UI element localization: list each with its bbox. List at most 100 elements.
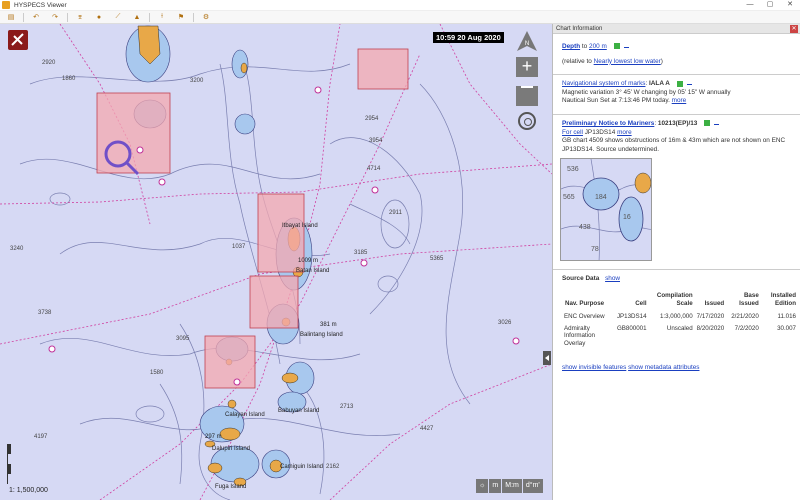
datum-link[interactable]: Nearly lowest low water (594, 58, 661, 65)
svg-text:78: 78 (591, 246, 599, 253)
notice-text: GB chart 4509 shows obstructions of 16m … (562, 137, 786, 153)
svg-text:3095: 3095 (176, 336, 190, 342)
source-data-section: Source Data show Nav. Purpose Cell Compi… (562, 275, 796, 372)
maximize-button[interactable]: ▢ (760, 0, 780, 10)
table-cell: GB800001 (616, 324, 647, 332)
depth-link[interactable]: Depth (562, 43, 580, 50)
edit-icon[interactable] (686, 84, 692, 86)
col-nav-purpose: Nav. Purpose (565, 299, 605, 307)
source-show-link[interactable]: show (605, 275, 620, 282)
chart-map[interactable]: 2920 1860 3200 2954 3240 3738 4197 3185 … (0, 24, 552, 500)
notice-section: Preliminary Notice to Mariners: 10213(EP… (560, 119, 794, 262)
layers-icon[interactable]: ▤ (4, 12, 18, 22)
svg-text:3954: 3954 (369, 138, 383, 144)
pin-icon[interactable]: ● (92, 12, 106, 22)
flag-icon[interactable] (676, 80, 683, 87)
north-arrow-icon[interactable]: N (516, 30, 538, 52)
panel-header: Chart Information ✕ (553, 24, 800, 34)
depth-value-link[interactable]: 200 m (589, 43, 607, 50)
window-title: HYSPECS Viewer (14, 1, 67, 9)
svg-text:Balintang Island: Balintang Island (300, 332, 343, 338)
nav-system-section: Navigational system of marks: IALA A Mag… (562, 80, 794, 106)
collapse-panel-button[interactable] (543, 351, 551, 365)
svg-text:2911: 2911 (389, 210, 403, 216)
nautical-chart[interactable]: 2920 1860 3200 2954 3240 3738 4197 3185 … (0, 24, 552, 500)
notice-id: 10213(EP)/13 (657, 119, 698, 127)
notice-thumbnail[interactable]: 536 565 438 184 16 78 (560, 158, 652, 262)
svg-text:4197: 4197 (34, 434, 48, 440)
table-row[interactable]: Admiralty Information Overlay GB800001 U… (562, 323, 798, 350)
svg-text:184: 184 (595, 194, 607, 201)
cell-id: JP13DS14 (584, 128, 616, 136)
unit-mm-button[interactable]: M:m (502, 479, 522, 493)
svg-text:3240: 3240 (10, 246, 24, 252)
panel-close-button[interactable]: ✕ (790, 24, 798, 33)
more-link[interactable]: more (617, 129, 632, 136)
svg-text:2162: 2162 (326, 464, 340, 470)
notice-link[interactable]: Preliminary Notice to Mariners (562, 120, 654, 127)
svg-text:4714: 4714 (367, 166, 381, 172)
table-cell: Unscaled (666, 324, 693, 332)
svg-text:1037: 1037 (232, 244, 246, 250)
edit-icon[interactable] (623, 47, 629, 48)
minimize-button[interactable]: — (740, 0, 760, 10)
settings-icon[interactable]: ⚙ (199, 12, 213, 22)
col-cell: Cell (635, 299, 647, 307)
redo-icon[interactable]: ↷ (48, 12, 62, 22)
table-cell: ENC Overview (564, 313, 605, 321)
mariner-logo-icon[interactable] (8, 30, 28, 50)
datetime-display: 10:59 20 Aug 2020 (433, 32, 504, 43)
show-metadata-link[interactable]: show metadata attributes (628, 364, 699, 371)
toolbar-separator (23, 12, 24, 22)
zoom-out-button[interactable] (516, 86, 538, 106)
panel-title: Chart Information (556, 25, 603, 32)
col-base-issued: Base Issued (739, 291, 759, 307)
table-cell: 8/20/2020 (696, 324, 725, 332)
flag-icon[interactable] (613, 43, 620, 50)
more-link[interactable]: more (672, 97, 687, 104)
svg-text:3026: 3026 (498, 320, 512, 326)
svg-text:297 m: 297 m (205, 434, 222, 440)
undo-icon[interactable]: ↶ (29, 12, 43, 22)
measure-icon[interactable]: ⟊ (155, 12, 169, 22)
edit-icon[interactable] (714, 123, 720, 125)
sun-icon[interactable]: ☼ (476, 479, 489, 493)
svg-text:Fuga Island: Fuga Island (215, 484, 246, 490)
svg-text:Batan Island: Batan Island (296, 268, 329, 274)
svg-text:Babuyan Island: Babuyan Island (278, 408, 319, 414)
divider (553, 74, 800, 76)
svg-text:2954: 2954 (365, 116, 379, 122)
table-cell: JP13DS14 (616, 313, 647, 321)
nav-system-value: IALA A (649, 80, 670, 88)
toolbar-separator (149, 12, 150, 22)
table-cell: 11.016 (777, 313, 796, 321)
filter-icon[interactable]: ⌆ (73, 12, 87, 22)
svg-text:5365: 5365 (430, 256, 444, 262)
unit-dm-button[interactable]: d°m' (522, 479, 543, 493)
svg-text:3185: 3185 (354, 250, 368, 256)
for-cell-link[interactable]: For cell (562, 129, 583, 136)
zoom-in-button[interactable]: + (516, 57, 538, 77)
route-icon[interactable]: ⟋ (111, 12, 125, 22)
svg-text:Camiguin Island: Camiguin Island (280, 464, 323, 470)
svg-text:N: N (525, 41, 529, 47)
flag-icon[interactable] (704, 120, 711, 127)
chart-information-panel: Chart Information ✕ Depth to 200 m (rela… (552, 24, 800, 500)
svg-text:3738: 3738 (38, 310, 52, 316)
hazard-icon[interactable]: ▲ (130, 12, 144, 22)
close-window-button[interactable]: ✕ (780, 0, 800, 10)
unit-meters-button[interactable]: m (489, 479, 502, 493)
svg-text:2920: 2920 (42, 60, 56, 66)
unit-toggle-group: ☼ m M:m d°m' (475, 479, 543, 493)
table-row[interactable]: ENC Overview JP13DS14 1:3,000,000 7/17/2… (562, 311, 798, 323)
depth-section: Depth to 200 m (relative to Nearly lowes… (562, 43, 794, 66)
panel-body: Depth to 200 m (relative to Nearly lowes… (553, 34, 800, 372)
toolbar-separator (67, 12, 68, 22)
sunset-text: Nautical Sun Set at 7:13:46 PM today. (562, 97, 670, 105)
nav-system-link[interactable]: Navigational system of marks (562, 80, 645, 87)
flag-icon[interactable]: ⚑ (174, 12, 188, 22)
toolbar: ▤ ↶ ↷ ⌆ ● ⟋ ▲ ⟊ ⚑ ⚙ (0, 11, 800, 24)
show-invisible-features-link[interactable]: show invisible features (562, 364, 626, 371)
table-cell: 2/21/2020 (731, 313, 759, 321)
locate-icon[interactable] (518, 112, 536, 130)
